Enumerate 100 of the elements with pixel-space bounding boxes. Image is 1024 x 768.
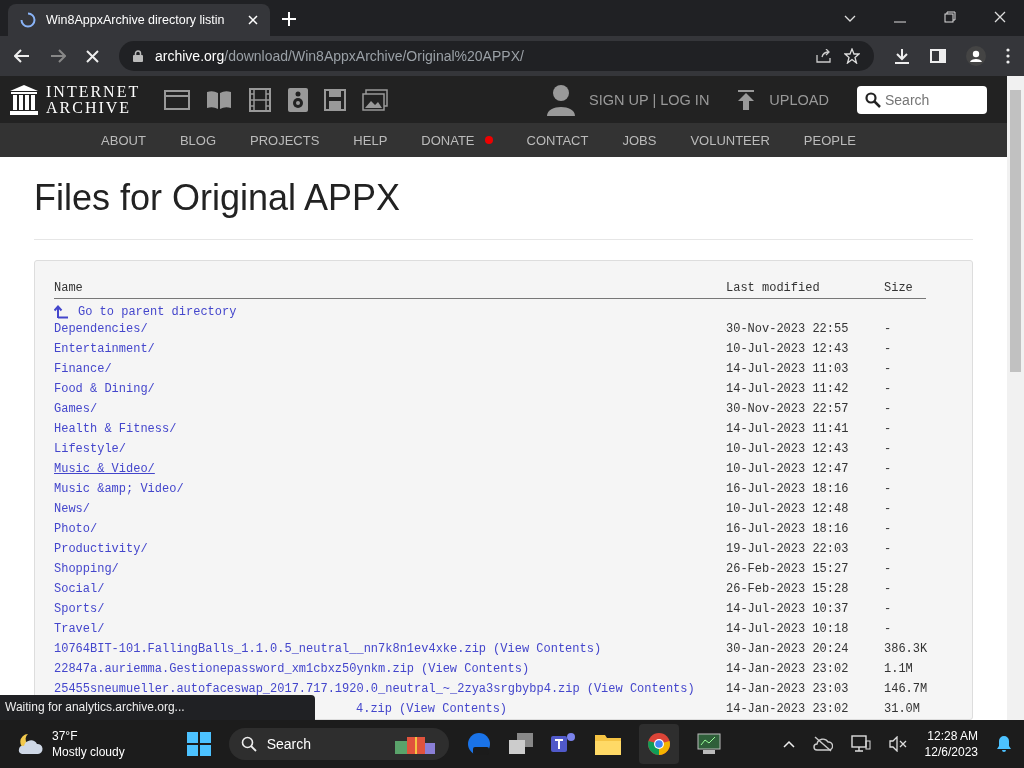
- circle-logo-icon: [646, 732, 671, 756]
- speaker-icon[interactable]: [288, 87, 309, 112]
- modified-date: 16-Jul-2023 18:16: [726, 522, 850, 536]
- file-link[interactable]: Productivity/: [54, 542, 148, 556]
- chevron-down-icon[interactable]: [844, 15, 856, 23]
- browser-tab[interactable]: Win8AppxArchive directory listin: [8, 4, 270, 36]
- scrollbar[interactable]: [1007, 76, 1024, 720]
- book-icon[interactable]: [206, 89, 233, 110]
- browser-app-icon[interactable]: [466, 732, 491, 756]
- search-field[interactable]: Search: [857, 85, 987, 114]
- nav-link[interactable]: PEOPLE: [803, 132, 856, 148]
- image-icon[interactable]: [362, 88, 389, 111]
- modified-date: 14-Jul-2023 11:03: [726, 362, 850, 376]
- stop-loading-icon[interactable]: [86, 49, 99, 63]
- file-link[interactable]: Music & Video/: [54, 462, 155, 476]
- cloud-off-icon[interactable]: [812, 736, 833, 752]
- temple-logo-icon[interactable]: [10, 84, 38, 115]
- start-icon[interactable]: [186, 732, 211, 756]
- close-icon[interactable]: [994, 11, 1006, 23]
- temperature[interactable]: 37°F: [52, 728, 125, 744]
- file-link[interactable]: Travel/: [54, 622, 105, 636]
- file-size: -: [884, 502, 893, 516]
- column-header: Name: [54, 281, 84, 295]
- speaker-muted-icon[interactable]: [888, 736, 907, 752]
- search-icon: [865, 91, 881, 108]
- view-contents-link[interactable]: (View Contents): [399, 702, 508, 716]
- nav-link[interactable]: JOBS: [622, 132, 657, 148]
- nav-link[interactable]: BLOG: [179, 132, 216, 148]
- file-size: -: [884, 482, 893, 496]
- film-icon[interactable]: [248, 87, 273, 112]
- view-contents-link[interactable]: (View Contents): [421, 662, 530, 676]
- modified-date: 16-Jul-2023 18:16: [726, 482, 850, 496]
- upload-icon[interactable]: [737, 89, 756, 110]
- nav-link[interactable]: DONATE: [421, 132, 493, 148]
- file-size: -: [884, 442, 893, 456]
- web-page-icon[interactable]: [164, 89, 191, 110]
- nav-link[interactable]: CONTACT: [526, 132, 589, 148]
- chrome-taskbar-button[interactable]: [638, 724, 679, 764]
- user-icon[interactable]: [547, 83, 575, 116]
- parent-directory-link[interactable]: Go to parent directory: [78, 305, 237, 319]
- modified-date: 10-Jul-2023 12:43: [726, 342, 850, 356]
- status-tooltip: Waiting for analytics.archive.org...: [0, 695, 315, 720]
- windows-stack-icon[interactable]: [508, 733, 533, 755]
- side-panel-icon[interactable]: [930, 49, 946, 63]
- file-link[interactable]: News/: [54, 502, 90, 516]
- file-link[interactable]: 10764BIT-101.FallingBalls_1.1.0.5_neutral__nn7k8n1ev4xke.zip: [54, 642, 487, 656]
- file-link[interactable]: 22847a.auriemma.Gestionepassword_xm1cbxz50ynkm.zip: [54, 662, 415, 676]
- file-link[interactable]: Games/: [54, 402, 98, 416]
- sign-up-log-in-link[interactable]: SIGN UP | LOG IN: [589, 91, 710, 108]
- star-icon[interactable]: [844, 48, 860, 64]
- file-link[interactable]: Dependencies/: [54, 322, 148, 336]
- file-link[interactable]: Sports/: [54, 602, 105, 616]
- taskbar-search[interactable]: Search: [228, 728, 449, 760]
- address-bar[interactable]: archive.org/download/Win8AppxArchive/Original%20APPX/: [119, 41, 874, 71]
- file-link[interactable]: Shopping/: [54, 562, 119, 576]
- monitor-app-icon[interactable]: [696, 733, 721, 755]
- modified-date: 14-Jul-2023 11:41: [726, 422, 850, 436]
- clock-date[interactable]: 12/6/2023: [924, 744, 978, 760]
- clock-time[interactable]: 12:28 AM: [927, 728, 978, 744]
- modified-date: 26-Feb-2023 15:28: [726, 582, 850, 596]
- nav-link[interactable]: PROJECTS: [250, 132, 320, 148]
- logo-text[interactable]: ARCHIVE: [46, 99, 141, 116]
- file-link[interactable]: Food & Dining/: [54, 382, 155, 396]
- file-link[interactable]: Music &amp; Video/: [54, 482, 184, 496]
- modified-date: 30-Jan-2023 20:24: [726, 642, 850, 656]
- file-size: -: [884, 382, 893, 396]
- restore-icon[interactable]: [944, 11, 956, 23]
- chevron-up-icon[interactable]: [782, 740, 795, 748]
- file-link[interactable]: Social/: [54, 582, 105, 596]
- lock-icon: [133, 50, 143, 62]
- file-link[interactable]: 25455sneumueller.autofaceswap_2017.717.1920.0_neutral_~_2zya3srgbybp4.zip: [54, 682, 580, 696]
- nav-link[interactable]: ABOUT: [101, 132, 146, 148]
- upload-link[interactable]: UPLOAD: [769, 91, 829, 108]
- nav-link[interactable]: VOLUNTEER: [690, 132, 770, 148]
- forward-icon[interactable]: [50, 49, 66, 63]
- profile-icon[interactable]: [966, 46, 986, 66]
- file-size: -: [884, 402, 893, 416]
- new-tab-icon[interactable]: [282, 12, 296, 26]
- file-link[interactable]: Health & Fitness/: [54, 422, 177, 436]
- view-contents-link[interactable]: (View Contents): [493, 642, 602, 656]
- file-link[interactable]: Lifestyle/: [54, 442, 126, 456]
- modified-date: 14-Jan-2023 23:02: [726, 702, 850, 716]
- logo-text[interactable]: INTERNET: [46, 83, 141, 100]
- view-contents-link[interactable]: (View Contents): [586, 682, 695, 696]
- loading-spinner-icon: [20, 12, 36, 28]
- back-icon[interactable]: [14, 49, 30, 63]
- up-arrow-icon[interactable]: [54, 305, 68, 319]
- file-link[interactable]: Photo/: [54, 522, 98, 536]
- network-icon[interactable]: [850, 735, 871, 753]
- file-link[interactable]: Entertainment/: [54, 342, 155, 356]
- more-icon[interactable]: [1006, 48, 1010, 64]
- weather-text[interactable]: Mostly cloudy: [52, 744, 125, 760]
- cloud-moon-icon[interactable]: [16, 732, 44, 756]
- nav-link[interactable]: HELP: [353, 132, 388, 148]
- folder-icon[interactable]: [594, 733, 621, 755]
- download-icon[interactable]: [894, 48, 910, 64]
- share-icon[interactable]: [816, 49, 832, 63]
- file-link[interactable]: 4.zip: [356, 702, 392, 716]
- bell-icon[interactable]: [996, 735, 1012, 753]
- file-link[interactable]: Finance/: [54, 362, 112, 376]
